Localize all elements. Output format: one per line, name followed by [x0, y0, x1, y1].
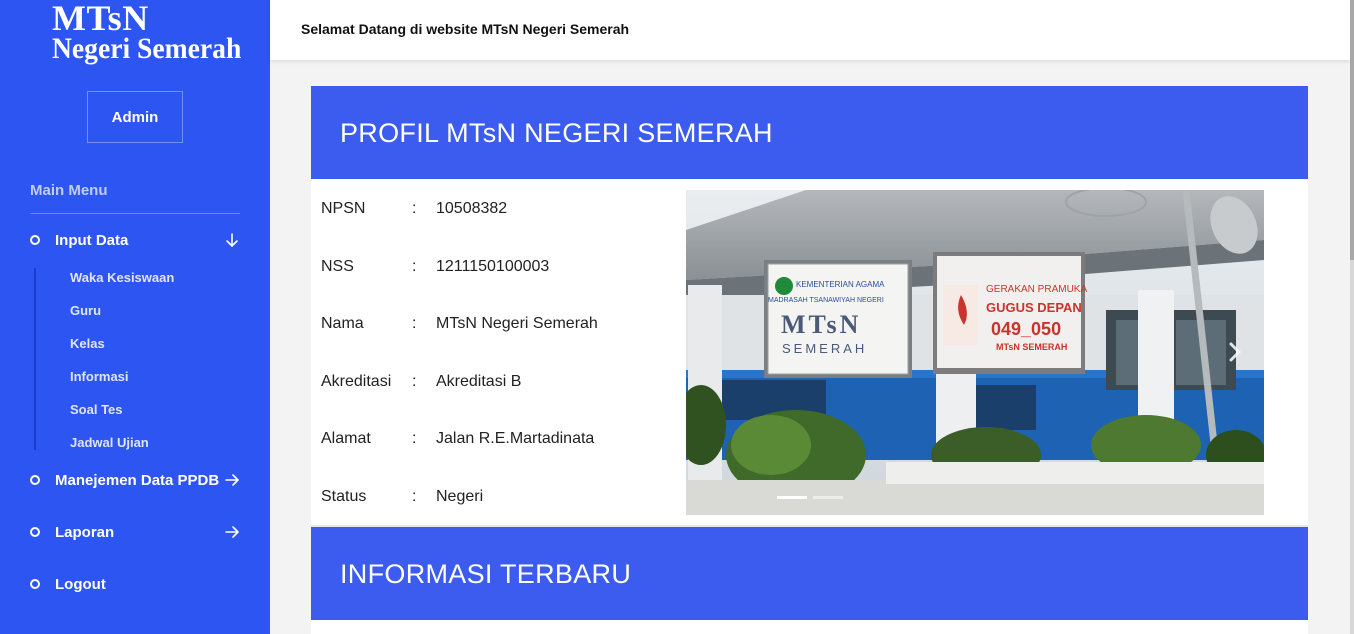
circle-bullet-icon — [30, 235, 40, 245]
sign2-line4: MTsN SEMERAH — [996, 342, 1067, 352]
submenu-item-kelas[interactable]: Kelas — [70, 336, 105, 351]
profile-key: Akreditasi — [321, 373, 392, 390]
submenu-item-waka-kesiswaan[interactable]: Waka Kesiswaan — [70, 270, 174, 285]
logo-line-2: Negeri Semerah — [52, 32, 242, 65]
menu-item-label: Input Data — [55, 231, 129, 249]
sign1-line1: KEMENTERIAN AGAMA — [796, 280, 885, 289]
sign2-line2: GUGUS DEPAN — [986, 300, 1082, 315]
circle-bullet-icon — [30, 527, 40, 537]
informasi-header: INFORMASI TERBARU — [311, 527, 1308, 620]
profile-value: Akreditasi B — [436, 373, 522, 390]
profile-value: Jalan R.E.Martadinata — [436, 430, 595, 447]
profile-key: Nama — [321, 315, 364, 332]
image-carousel[interactable]: KEMENTERIAN AGAMA MADRASAH TSANAWIYAH NE… — [686, 190, 1264, 515]
carousel-indicator-active[interactable] — [777, 496, 807, 499]
profile-colon: : — [412, 315, 417, 332]
submenu-item-soal-tes[interactable]: Soal Tes — [70, 402, 123, 417]
profile-colon: : — [412, 430, 417, 447]
profile-row-npsn: NPSN : 10508382 — [321, 200, 507, 218]
profile-key: NSS — [321, 258, 354, 275]
profile-row-nss: NSS : 1211150100003 — [321, 258, 549, 276]
logo-line-1: MTsN — [52, 0, 149, 38]
menu-item-label: Logout — [55, 575, 106, 593]
circle-bullet-icon — [30, 475, 40, 485]
informasi-title: INFORMASI TERBARU — [340, 559, 632, 589]
menu-divider — [30, 213, 240, 214]
menu-item-manajemen-ppdb[interactable]: Manejemen Data PPDB — [30, 468, 240, 492]
arrow-right-icon — [225, 474, 239, 486]
welcome-text: Selamat Datang di website MTsN Negeri Se… — [301, 21, 630, 37]
profile-value: 1211150100003 — [436, 258, 550, 275]
profile-key: Status — [321, 488, 367, 505]
submenu-item-informasi[interactable]: Informasi — [70, 369, 129, 384]
profile-key: NPSN — [321, 200, 366, 217]
menu-item-input-data[interactable]: Input Data — [30, 228, 240, 252]
circle-bullet-icon — [30, 579, 40, 589]
main-menu-label: Main Menu — [30, 182, 108, 199]
sign1-line2: MADRASAH TSANAWIYAH NEGERI — [768, 297, 884, 304]
sign1-line3: MTsN — [781, 310, 861, 339]
menu-item-logout[interactable]: Logout — [30, 572, 240, 596]
top-bar: Selamat Datang di website MTsN Negeri Se… — [270, 0, 1350, 60]
profile-row-alamat: Alamat : Jalan R.E.Martadinata — [321, 430, 594, 448]
admin-button[interactable]: Admin — [87, 91, 183, 143]
profile-colon: : — [412, 488, 417, 505]
profile-colon: : — [412, 200, 417, 217]
profile-row-status: Status : Negeri — [321, 488, 483, 506]
arrow-right-icon — [225, 526, 239, 538]
school-building-photo: KEMENTERIAN AGAMA MADRASAH TSANAWIYAH NE… — [686, 190, 1264, 515]
profile-row-akreditasi: Akreditasi : Akreditasi B — [321, 373, 521, 391]
page-scrollbar[interactable] — [1350, 0, 1354, 634]
profile-colon: : — [412, 373, 417, 390]
profile-value: MTsN Negeri Semerah — [436, 315, 598, 332]
scrollbar-thumb[interactable] — [1350, 0, 1354, 260]
informasi-body — [311, 620, 1308, 634]
arrow-down-icon — [226, 233, 238, 247]
menu-item-label: Manejemen Data PPDB — [55, 471, 220, 489]
submenu-guide-line — [34, 268, 36, 450]
sign1-line4: SEMERAH — [782, 341, 867, 356]
submenu-item-jadwal-ujian[interactable]: Jadwal Ujian — [70, 435, 149, 450]
submenu-item-guru[interactable]: Guru — [70, 303, 101, 318]
profile-key: Alamat — [321, 430, 371, 447]
carousel-next-icon[interactable] — [1225, 340, 1245, 364]
sign2-line1: GERAKAN PRAMUKA — [986, 284, 1087, 295]
profile-title: PROFIL MTsN NEGERI SEMERAH — [340, 118, 773, 148]
profile-value: 10508382 — [436, 200, 508, 217]
profile-header: PROFIL MTsN NEGERI SEMERAH — [311, 86, 1308, 179]
sidebar: MTsN Negeri Semerah Admin Main Menu Inpu… — [0, 0, 270, 634]
site-logo[interactable]: MTsN Negeri Semerah — [52, 0, 258, 64]
profile-colon: : — [412, 258, 417, 275]
profile-value: Negeri — [436, 488, 484, 505]
menu-item-laporan[interactable]: Laporan — [30, 520, 240, 544]
profile-row-nama: Nama : MTsN Negeri Semerah — [321, 315, 598, 333]
sign2-line3: 049_050 — [991, 319, 1061, 339]
menu-item-label: Laporan — [55, 523, 115, 541]
carousel-indicator[interactable] — [813, 496, 843, 499]
